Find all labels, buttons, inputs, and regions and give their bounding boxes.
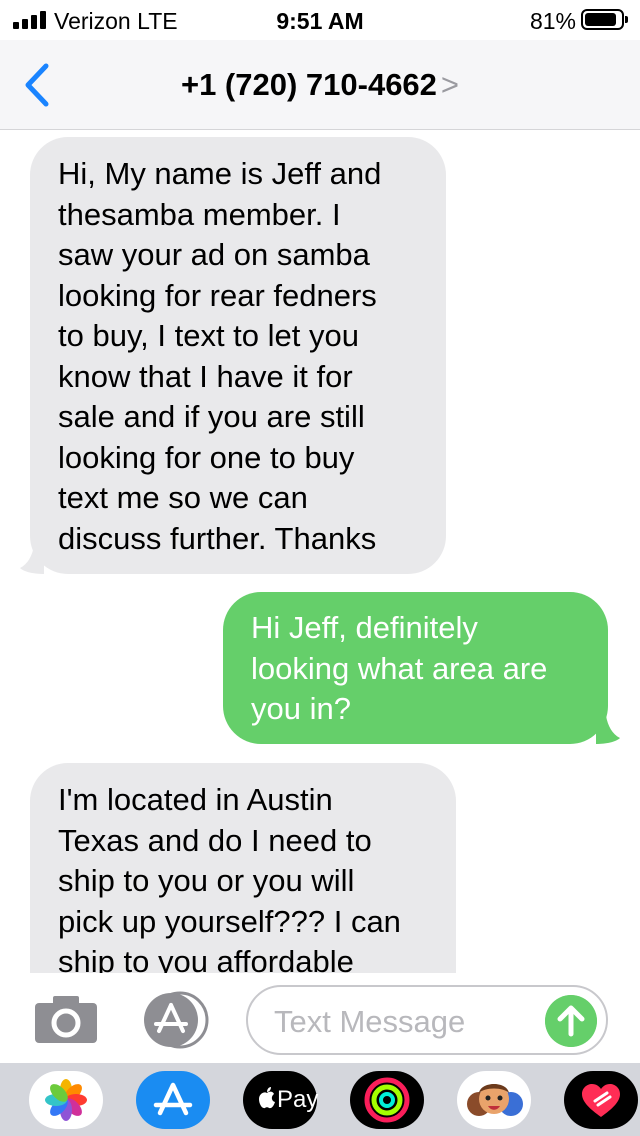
- message-placeholder: Text Message: [274, 1004, 466, 1039]
- memoji-app-icon[interactable]: [457, 1071, 531, 1129]
- conversation-header: +1 (720) 710-4662 >: [0, 40, 640, 130]
- received-bubble-tail: [20, 546, 44, 574]
- app-drawer: Pay: [0, 1063, 640, 1136]
- digital-touch-app-icon[interactable]: [564, 1071, 638, 1129]
- contact-number: +1 (720) 710-4662: [180, 67, 437, 102]
- battery-icon: [581, 9, 628, 30]
- apple-logo-icon: [259, 1087, 275, 1109]
- apple-pay-label: Pay: [277, 1086, 319, 1113]
- app-drawer-button[interactable]: [140, 991, 212, 1049]
- status-bar: Verizon LTE 9:51 AM 81%: [0, 0, 640, 40]
- sent-bubble-tail: [596, 716, 620, 744]
- activity-app-icon[interactable]: [350, 1071, 424, 1129]
- photos-app-icon[interactable]: [29, 1071, 103, 1129]
- chevron-right-icon: >: [440, 67, 460, 102]
- send-button[interactable]: [545, 995, 597, 1047]
- received-message-bubble[interactable]: I'm located in Austin Texas and do I nee…: [30, 763, 456, 973]
- message-thread[interactable]: Hi, My name is Jeff and thesamba member.…: [0, 131, 640, 973]
- camera-button[interactable]: [35, 996, 97, 1043]
- battery-percent: 81%: [529, 8, 576, 34]
- app-store-app-icon[interactable]: [136, 1071, 210, 1129]
- contact-title[interactable]: +1 (720) 710-4662 >: [0, 67, 640, 103]
- received-message-bubble[interactable]: Hi, My name is Jeff and thesamba member.…: [30, 137, 446, 574]
- sent-message-bubble[interactable]: Hi Jeff, definitely looking what area ar…: [223, 592, 608, 744]
- apple-pay-app-icon[interactable]: Pay: [243, 1071, 319, 1129]
- message-input[interactable]: Text Message: [246, 985, 608, 1055]
